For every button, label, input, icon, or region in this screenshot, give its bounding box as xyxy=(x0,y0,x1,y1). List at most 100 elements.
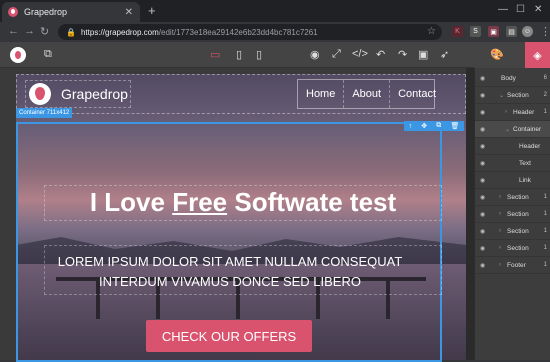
layer-row[interactable]: ◉ › Section 1 xyxy=(475,189,550,206)
layer-label: Footer xyxy=(507,261,526,269)
layer-label: Section xyxy=(507,227,529,235)
forward-icon[interactable]: → xyxy=(24,25,35,37)
editor-toolbar: ⧉ ▭ ▯ ▯ ◉ ⤢ </> ↶ ↷ ▣ ➶ xyxy=(0,42,550,68)
eye-icon[interactable]: ◉ xyxy=(480,194,485,201)
layer-label: Link xyxy=(519,176,531,184)
undo-icon[interactable]: ↶ xyxy=(376,48,385,61)
desktop-icon[interactable]: ▭ xyxy=(210,48,220,61)
fullscreen-icon[interactable]: ⤢ xyxy=(332,48,341,61)
layer-label: Text xyxy=(519,159,531,167)
delete-icon[interactable]: 🗑 xyxy=(450,122,459,130)
url-text: https://grapedrop.com/edit/1773e18ea2914… xyxy=(80,27,318,37)
copy-icon[interactable]: ⧉ xyxy=(436,122,441,130)
layer-label: Section xyxy=(507,91,529,99)
tablet-icon[interactable]: ▯ xyxy=(236,48,242,61)
extension-icon[interactable]: S xyxy=(470,26,481,37)
eye-icon[interactable]: ◉ xyxy=(480,75,485,82)
brand-name: Grapedrop xyxy=(61,86,128,102)
eye-icon[interactable]: ◉ xyxy=(310,48,320,61)
layer-row[interactable]: ◉ › Section 1 xyxy=(475,206,550,223)
back-icon[interactable]: ← xyxy=(8,25,19,37)
caret-icon[interactable]: › xyxy=(499,228,501,234)
layer-label: Header xyxy=(513,108,535,116)
maximize-icon[interactable]: ☐ xyxy=(516,4,525,15)
eye-icon[interactable]: ◉ xyxy=(480,126,485,133)
layer-manager-icon[interactable]: ◈ xyxy=(525,42,550,68)
layer-label: Section xyxy=(507,193,529,201)
eye-icon[interactable]: ◉ xyxy=(480,245,485,252)
pages-icon[interactable]: ⧉ xyxy=(44,48,52,61)
caret-icon[interactable]: › xyxy=(499,262,501,268)
nav-link-about[interactable]: About xyxy=(344,80,391,108)
component-toolbar: ↑ ✥ ⧉ 🗑 xyxy=(404,121,464,131)
new-tab-icon[interactable]: + xyxy=(148,3,156,18)
layer-count: 1 xyxy=(543,109,547,115)
layer-label: Section xyxy=(507,244,529,252)
layer-row[interactable]: ◉ Header xyxy=(475,138,550,155)
layer-row[interactable]: ◉ ⌄ Container xyxy=(475,121,550,138)
hero-headline[interactable]: I Love Free Softwate test xyxy=(44,187,442,218)
caret-icon[interactable]: › xyxy=(499,245,501,251)
eye-icon[interactable]: ◉ xyxy=(480,109,485,116)
extension-icon[interactable]: K xyxy=(452,26,463,37)
layer-count: 1 xyxy=(543,194,547,200)
arrow-up-icon[interactable]: ↑ xyxy=(409,123,413,130)
hero-lead-text[interactable]: LOREM IPSUM DOLOR SIT AMET NULLAM CONSEQ… xyxy=(30,252,430,292)
menu-dots-icon[interactable]: ⋮ xyxy=(540,25,550,38)
layer-row[interactable]: ◉ Link xyxy=(475,172,550,189)
layer-count: 1 xyxy=(543,211,547,217)
layer-label: Container xyxy=(513,125,542,133)
address-bar[interactable]: 🔒 https://grapedrop.com/edit/1773e18ea29… xyxy=(58,24,442,40)
caret-icon[interactable]: › xyxy=(499,211,501,217)
caret-icon[interactable]: › xyxy=(499,194,501,200)
nav-link-contact[interactable]: Contact xyxy=(390,80,444,108)
layer-row[interactable]: ◉ Body 6 xyxy=(475,70,550,87)
site-brand[interactable]: Grapedrop xyxy=(25,80,131,108)
profile-avatar-icon[interactable]: ☺ xyxy=(522,26,533,37)
eye-icon[interactable]: ◉ xyxy=(480,92,485,99)
container-badge: Container 711x412 xyxy=(16,108,73,118)
layer-row[interactable]: ◉ › Section 1 xyxy=(475,240,550,257)
caret-icon[interactable]: ⌄ xyxy=(505,126,510,133)
eye-icon[interactable]: ◉ xyxy=(480,177,485,184)
save-icon[interactable]: ▣ xyxy=(418,48,428,61)
mobile-icon[interactable]: ▯ xyxy=(256,48,262,61)
eye-icon[interactable]: ◉ xyxy=(480,143,485,150)
redo-icon[interactable]: ↷ xyxy=(398,48,407,61)
caret-icon[interactable]: › xyxy=(505,109,507,115)
layer-row[interactable]: ◉ Text xyxy=(475,155,550,172)
minimize-icon[interactable]: — xyxy=(498,4,508,15)
code-icon[interactable]: </> xyxy=(352,48,368,60)
grapedrop-logo-icon[interactable] xyxy=(10,47,26,63)
layer-row[interactable]: ◉ › Header 1 xyxy=(475,104,550,121)
extension-icon[interactable]: ▤ xyxy=(506,26,517,37)
eye-icon[interactable]: ◉ xyxy=(480,211,485,218)
caret-icon[interactable]: ⌄ xyxy=(499,92,504,99)
site-header[interactable]: Grapedrop Home About Contact xyxy=(16,74,466,114)
close-window-icon[interactable]: ✕ xyxy=(534,4,542,15)
bookmark-star-icon[interactable]: ☆ xyxy=(427,26,436,37)
layer-manager: ◉ Body 6 ◉ ⌄ Section 2 ◉ › Header 1 ◉ ⌄ Container ◉ Hea… xyxy=(474,68,550,360)
browser-toolbar: ← → ↻ 🔒 https://grapedrop.com/edit/1773e… xyxy=(0,22,550,42)
browser-tab[interactable]: Grapedrop ✕ xyxy=(2,2,140,22)
layer-row[interactable]: ◉ › Section 1 xyxy=(475,223,550,240)
canvas-scrollbar[interactable] xyxy=(466,68,474,360)
style-manager-icon[interactable]: 🎨 xyxy=(490,48,504,61)
check-offers-button[interactable]: CHECK OUR OFFERS xyxy=(146,320,312,352)
layer-row[interactable]: ◉ ⌄ Section 2 xyxy=(475,87,550,104)
eye-icon[interactable]: ◉ xyxy=(480,228,485,235)
eye-icon[interactable]: ◉ xyxy=(480,262,485,269)
layer-row[interactable]: ◉ › Footer 1 xyxy=(475,257,550,274)
move-icon[interactable]: ✥ xyxy=(421,122,427,130)
rocket-icon[interactable]: ➶ xyxy=(440,48,449,61)
layer-count: 6 xyxy=(543,75,547,81)
layer-count: 1 xyxy=(543,228,547,234)
close-tab-icon[interactable]: ✕ xyxy=(125,7,133,18)
eye-icon[interactable]: ◉ xyxy=(480,160,485,167)
site-nav: Home About Contact xyxy=(297,79,436,109)
reload-icon[interactable]: ↻ xyxy=(40,25,49,38)
nav-link-home[interactable]: Home xyxy=(298,80,345,108)
grapedrop-logo-icon xyxy=(29,83,51,105)
tab-title: Grapedrop xyxy=(24,7,68,17)
extension-icon[interactable]: ▣ xyxy=(488,26,499,37)
